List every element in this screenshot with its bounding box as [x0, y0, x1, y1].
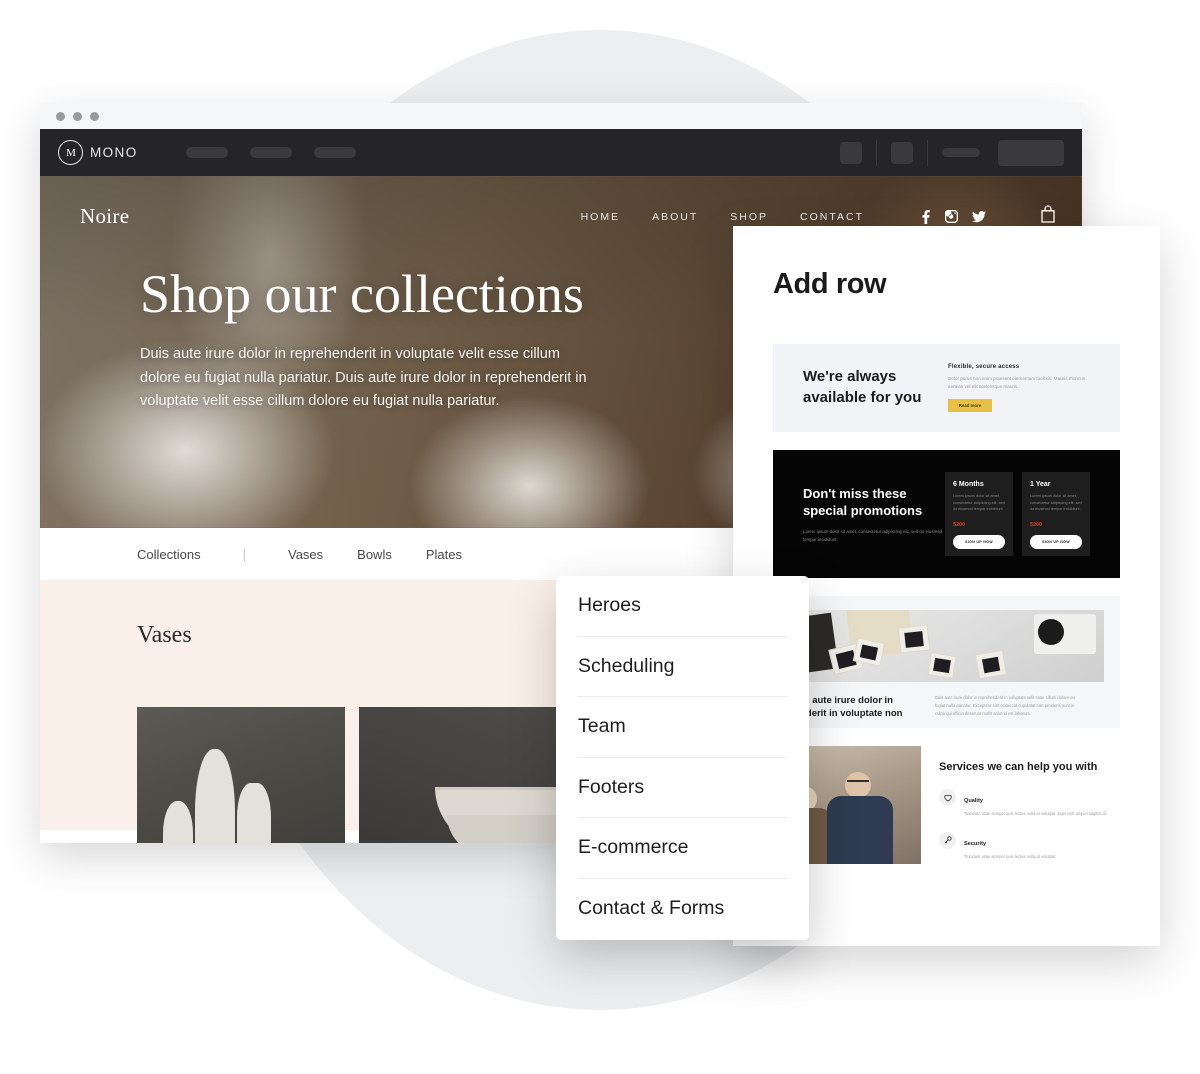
promotion-card-price: $200 [953, 521, 965, 528]
shopping-bag-icon[interactable] [1040, 205, 1056, 228]
sign-up-now-button[interactable]: SIGN UP NOW [953, 534, 1005, 549]
social-links [920, 209, 986, 224]
promotions-heading: Don't miss these special promotions [803, 485, 923, 519]
browser-chrome-bar [40, 103, 1082, 129]
service-text: Tincidunt vitae semper quis lectus nulla… [964, 853, 1057, 859]
glasses-shape [847, 780, 869, 786]
collections-link-bowls[interactable]: Bowls [357, 547, 392, 562]
photo-block-text: Duis aute irure dolor in reprehenderit i… [935, 695, 1075, 716]
dropdown-item-contact-forms[interactable]: Contact & Forms [578, 879, 787, 940]
promotion-card-1-year[interactable]: 1 Year Lorem ipsum dolor sit amet, conse… [1022, 472, 1090, 556]
dropdown-item-footers[interactable]: Footers [578, 758, 787, 818]
toolbar-placeholder-item[interactable] [313, 147, 356, 158]
mono-logo-mark: M [58, 140, 83, 165]
photo-slide-shape [897, 624, 931, 654]
hero-subtitle: Duis aute irure dolor in reprehenderit i… [140, 346, 587, 410]
toolbar-placeholder-group [185, 147, 356, 158]
product-card-bowls[interactable] [359, 707, 567, 843]
twitter-icon[interactable] [972, 210, 986, 223]
site-brand: Noire [80, 204, 130, 228]
bowl-shape [447, 815, 567, 843]
toolbar-divider [876, 139, 877, 166]
slides-photo [789, 610, 1104, 682]
promotion-card-title: 6 Months [953, 481, 984, 488]
promotion-card-price: $200 [1030, 521, 1042, 528]
facebook-icon[interactable] [920, 209, 931, 224]
service-text: Tincidunt vitae semper quis lectus nulla… [964, 811, 1107, 817]
hero-title: Shop our collections [140, 264, 584, 324]
nav-item-about[interactable]: ABOUT [652, 211, 698, 223]
toolbar-placeholder-item[interactable] [249, 147, 292, 158]
dropdown-item-scheduling[interactable]: Scheduling [578, 637, 787, 697]
collections-link-plates[interactable]: Plates [426, 547, 462, 562]
toolbar-placeholder-item[interactable] [185, 147, 228, 158]
service-item-quality: Quality Tincidunt vitae semper quis lect… [939, 789, 1120, 817]
category-dropdown-menu: Heroes Scheduling Team Footers E-commerc… [556, 576, 809, 940]
row-template-services[interactable]: Services we can help you with Quality Ti… [773, 746, 1120, 864]
row-template-photo-text[interactable]: Duis aute irure dolor in henderit in vol… [773, 596, 1120, 728]
window-close-dot[interactable] [56, 111, 65, 121]
vase-shape [195, 749, 235, 843]
services-heading: Services we can help you with [939, 761, 1098, 773]
collections-link-vases[interactable]: Vases [288, 547, 323, 562]
toolbar-icon-button[interactable] [891, 141, 913, 164]
sign-up-now-button[interactable]: SIGN UP NOW [1030, 534, 1082, 549]
service-item-security: Security Tincidunt vitae semper quis lec… [939, 831, 1120, 860]
window-maximize-dot[interactable] [90, 111, 99, 121]
window-minimize-dot[interactable] [73, 111, 82, 121]
toolbar-divider [927, 139, 928, 166]
hero-content: Shop our collections Duis aute irure dol… [40, 229, 1082, 414]
promotion-cards: 6 Months Lorem ipsum dolor sit amet, con… [945, 472, 1090, 556]
service-name: Security [964, 840, 987, 847]
dropdown-item-ecommerce[interactable]: E-commerce [578, 818, 787, 879]
toolbar-icon-button[interactable] [840, 141, 862, 164]
toolbar-placeholder-item[interactable] [942, 148, 980, 157]
app-toolbar: M MONO [40, 129, 1082, 176]
vase-shape [237, 783, 271, 843]
nav-links: HOME ABOUT SHOP CONTACT [581, 205, 1056, 228]
dropdown-item-team[interactable]: Team [578, 697, 787, 758]
photo-slide-shape [975, 649, 1007, 680]
promotion-card-6-months[interactable]: 6 Months Lorem ipsum dolor sit amet, con… [945, 472, 1013, 556]
toolbar-primary-button[interactable] [998, 139, 1064, 166]
nav-item-home[interactable]: HOME [581, 211, 621, 223]
instagram-icon[interactable] [945, 210, 958, 223]
promotion-card-text: Lorem ipsum dolor sit amet, consectetur … [953, 494, 1005, 512]
photo-slide-shape [927, 652, 957, 679]
promotion-card-text: Lorem ipsum dolor sit amet, consectetur … [1030, 494, 1082, 512]
service-name: Quality [964, 798, 983, 805]
key-icon [939, 831, 956, 849]
promotion-card-title: 1 Year [1030, 481, 1051, 488]
toolbar-right-group [840, 139, 1064, 166]
promotions-text: Lorem ipsum dolor sit amet, consectetur … [803, 529, 943, 542]
heart-icon [939, 789, 956, 807]
product-card-vases[interactable] [137, 707, 345, 843]
dropdown-item-heroes[interactable]: Heroes [578, 576, 787, 637]
mono-logo-text: MONO [90, 145, 138, 160]
mono-logo[interactable]: M MONO [58, 140, 138, 165]
photo-camera-shape [1034, 614, 1096, 654]
collections-divider: | [242, 546, 246, 562]
nav-item-contact[interactable]: CONTACT [800, 211, 864, 223]
vase-shape [163, 801, 193, 843]
collections-label: Collections [137, 546, 201, 562]
site-navigation: Noire HOME ABOUT SHOP CONTACT [40, 176, 1082, 229]
nav-item-shop[interactable]: SHOP [730, 211, 768, 223]
row-template-promotions[interactable]: Don't miss these special promotions Lore… [773, 450, 1120, 578]
